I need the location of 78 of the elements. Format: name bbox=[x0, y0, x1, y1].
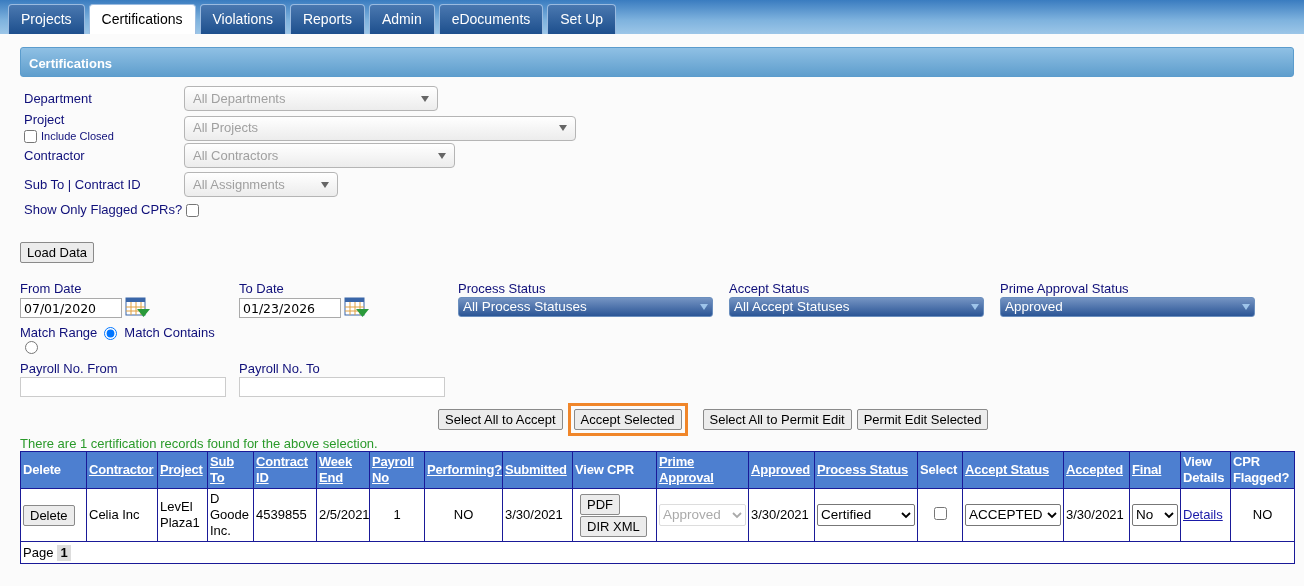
table-cell: 2/5/2021 bbox=[316, 488, 370, 542]
radio-button[interactable] bbox=[104, 326, 118, 340]
caret-icon bbox=[732, 511, 742, 519]
field-label: To Date bbox=[239, 281, 285, 297]
caret-icon bbox=[1047, 511, 1057, 519]
tab[interactable]: Violations bbox=[199, 4, 286, 34]
status-dropdown[interactable]: Approved bbox=[1000, 297, 1255, 317]
table-cell: D Goode Inc. bbox=[207, 488, 254, 542]
calendar-icon[interactable] bbox=[125, 297, 151, 319]
radio-button[interactable] bbox=[25, 341, 38, 354]
checkbox-label: Include Closed bbox=[41, 129, 114, 144]
tab[interactable]: Set Up bbox=[547, 4, 617, 34]
table-cell: NO bbox=[1230, 488, 1295, 542]
table-cell: 3/30/2021 bbox=[502, 488, 573, 542]
action-button[interactable]: Select All to Accept bbox=[438, 409, 563, 430]
cell-dropdown[interactable]: No bbox=[1132, 504, 1178, 526]
flagged-checkbox[interactable] bbox=[186, 203, 200, 217]
pager-label: Page bbox=[23, 544, 54, 561]
date-field[interactable]: 01/23/2026 bbox=[239, 298, 341, 318]
caret-icon bbox=[438, 152, 446, 159]
column-header: CPR Flagged? bbox=[1230, 451, 1295, 489]
field-label: Accept Status bbox=[729, 281, 811, 297]
field-label: Payroll No. From bbox=[20, 361, 119, 377]
radio-label: Match Range bbox=[20, 325, 98, 341]
field-label: Contractor bbox=[24, 147, 86, 164]
caret-icon bbox=[1242, 304, 1250, 310]
column-header: Select bbox=[917, 451, 963, 489]
select-checkbox[interactable] bbox=[933, 506, 947, 520]
caret-icon bbox=[971, 304, 979, 310]
text-field[interactable] bbox=[20, 377, 226, 397]
table-cell: 3/30/2021 bbox=[748, 488, 815, 542]
field-label: Process Status bbox=[458, 281, 547, 297]
tab[interactable]: Certifications bbox=[88, 4, 196, 34]
tab[interactable]: Reports bbox=[289, 4, 365, 34]
field-label: Sub To | Contract ID bbox=[24, 176, 142, 193]
status-dropdown[interactable]: All Process Statuses bbox=[458, 297, 713, 317]
tab[interactable]: Projects bbox=[8, 4, 85, 34]
action-button[interactable]: Accept Selected bbox=[573, 409, 682, 430]
delete-button[interactable]: Delete bbox=[23, 504, 75, 526]
column-header: Delete bbox=[20, 451, 87, 489]
action-button[interactable]: Select All to Permit Edit bbox=[702, 409, 852, 430]
field-label: From Date bbox=[20, 281, 83, 297]
field-label: Payroll No. To bbox=[239, 361, 321, 377]
table-cell: NO bbox=[424, 488, 503, 542]
include-closed-checkbox[interactable] bbox=[24, 129, 37, 143]
view-cpr-button[interactable]: DIR XML bbox=[580, 515, 647, 537]
field-label: Project bbox=[24, 112, 66, 128]
tab[interactable]: Admin bbox=[369, 4, 435, 34]
column-header: View Details bbox=[1180, 451, 1231, 489]
table-cell: 1 bbox=[369, 488, 425, 542]
view-cpr-button[interactable]: PDF bbox=[580, 493, 620, 515]
table-cell: LevEl Plaza1 bbox=[157, 488, 208, 542]
caret-icon bbox=[1164, 511, 1174, 519]
cell-dropdown[interactable]: ACCEPTED bbox=[965, 504, 1061, 526]
field-label: Department bbox=[24, 90, 93, 107]
caret-icon bbox=[559, 125, 567, 131]
result-message: There are 1 certification records found for the above selection. bbox=[19, 436, 379, 451]
field-label: Prime Approval Status bbox=[1000, 281, 1130, 297]
caret-icon bbox=[901, 511, 911, 519]
calendar-icon[interactable] bbox=[344, 297, 370, 319]
table-cell: 4539855 bbox=[253, 488, 317, 542]
tab[interactable]: eDocuments bbox=[438, 4, 544, 34]
field-label: Show Only Flagged CPRs? bbox=[24, 202, 183, 218]
action-button[interactable]: Permit Edit Selected bbox=[856, 409, 989, 430]
caret-icon bbox=[321, 181, 329, 188]
table-cell: 3/30/2021 bbox=[1063, 488, 1130, 542]
column-header: View CPR bbox=[572, 451, 657, 489]
page-number[interactable]: 1 bbox=[57, 544, 71, 561]
load-data-button[interactable]: Load Data bbox=[20, 242, 94, 263]
date-field[interactable]: 07/01/2020 bbox=[20, 298, 122, 318]
table-cell: Celia Inc bbox=[86, 488, 158, 542]
cell-dropdown[interactable]: Certified bbox=[817, 504, 915, 526]
text-field[interactable] bbox=[239, 377, 445, 397]
caret-icon bbox=[421, 95, 429, 102]
caret-icon bbox=[700, 304, 708, 310]
panel-header: Certifications bbox=[20, 47, 1294, 77]
status-dropdown[interactable]: All Accept Statuses bbox=[729, 297, 984, 317]
radio-label: Match Contains bbox=[124, 325, 215, 341]
